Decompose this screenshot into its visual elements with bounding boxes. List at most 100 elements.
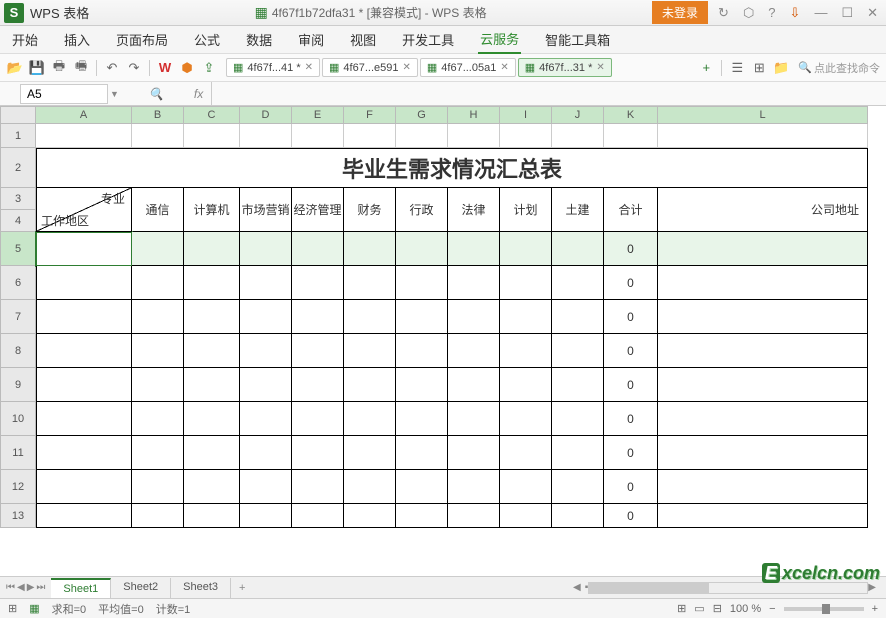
cell[interactable]: [184, 300, 240, 334]
view-page-icon[interactable]: ▭: [694, 602, 704, 615]
header-cell-2[interactable]: 市场营销: [240, 188, 292, 232]
cell[interactable]: [500, 436, 552, 470]
total-cell-5[interactable]: 0: [604, 402, 658, 436]
header-cell-5[interactable]: 行政: [396, 188, 448, 232]
sheet-tab-Sheet1[interactable]: Sheet1: [51, 578, 111, 598]
cell[interactable]: [344, 334, 396, 368]
cell[interactable]: [292, 402, 344, 436]
cell[interactable]: [448, 334, 500, 368]
row-header-7[interactable]: 7: [0, 300, 36, 334]
cell[interactable]: [132, 470, 184, 504]
add-sheet-button[interactable]: +: [231, 579, 253, 597]
cell[interactable]: [292, 300, 344, 334]
cell[interactable]: [132, 124, 184, 148]
header-cell-1[interactable]: 计算机: [184, 188, 240, 232]
login-button[interactable]: 未登录: [652, 1, 708, 24]
name-box[interactable]: A5: [20, 84, 108, 104]
wps-icon[interactable]: W: [156, 59, 174, 77]
cell[interactable]: [292, 334, 344, 368]
cell[interactable]: [292, 504, 344, 528]
cell[interactable]: [500, 300, 552, 334]
cell[interactable]: [658, 470, 868, 504]
next-sheet-icon[interactable]: ▶: [27, 582, 35, 593]
cell[interactable]: [240, 368, 292, 402]
cell[interactable]: [552, 266, 604, 300]
close-icon[interactable]: ✕: [863, 3, 882, 23]
cell[interactable]: [396, 470, 448, 504]
cell[interactable]: [36, 266, 132, 300]
cell[interactable]: [552, 368, 604, 402]
tool-icon-1[interactable]: 💾: [28, 59, 46, 77]
cell[interactable]: [240, 300, 292, 334]
share-icon[interactable]: ⇪: [200, 59, 218, 77]
cell[interactable]: [448, 504, 500, 528]
cell[interactable]: [658, 334, 868, 368]
cell[interactable]: [240, 124, 292, 148]
doc-tab-1[interactable]: ▦4f67...e591✕: [322, 58, 418, 77]
menu-3[interactable]: 公式: [192, 26, 222, 53]
total-cell-8[interactable]: 0: [604, 504, 658, 528]
tool-icon-3[interactable]: 🖷: [72, 59, 90, 77]
row-header-13[interactable]: 13: [0, 504, 36, 528]
formula-input[interactable]: [211, 82, 886, 105]
tool-icon-2[interactable]: 🖶: [50, 59, 68, 77]
cell[interactable]: [500, 334, 552, 368]
cell[interactable]: [552, 402, 604, 436]
cell[interactable]: [500, 266, 552, 300]
cell[interactable]: [658, 232, 868, 266]
doc-tab-0[interactable]: ▦4f67f...41 *✕: [226, 58, 320, 77]
fx-icon[interactable]: fx: [194, 87, 203, 101]
tool-icon-0[interactable]: 📂: [6, 59, 24, 77]
cell[interactable]: [344, 124, 396, 148]
cell[interactable]: [344, 300, 396, 334]
diagonal-header-cell[interactable]: 专业工作地区: [36, 188, 132, 232]
cell[interactable]: [240, 402, 292, 436]
menu-1[interactable]: 插入: [62, 26, 92, 53]
cell[interactable]: [344, 504, 396, 528]
cell[interactable]: [36, 300, 132, 334]
cell[interactable]: [36, 470, 132, 504]
header-cell-0[interactable]: 通信: [132, 188, 184, 232]
cell[interactable]: [658, 368, 868, 402]
close-tab-icon[interactable]: ✕: [596, 62, 604, 73]
cell[interactable]: [184, 504, 240, 528]
col-header-A[interactable]: A: [36, 106, 132, 124]
row-header-3[interactable]: 3: [0, 188, 36, 210]
cell[interactable]: [396, 402, 448, 436]
close-tab-icon[interactable]: ✕: [402, 62, 410, 73]
cell[interactable]: [500, 470, 552, 504]
cell[interactable]: [292, 470, 344, 504]
select-all-corner[interactable]: [0, 106, 36, 124]
cell[interactable]: [344, 402, 396, 436]
cell[interactable]: [552, 124, 604, 148]
row-header-5[interactable]: 5: [0, 232, 36, 266]
col-header-K[interactable]: K: [604, 106, 658, 124]
cell[interactable]: [448, 124, 500, 148]
sheet-tab-Sheet2[interactable]: Sheet2: [111, 578, 171, 598]
total-cell-1[interactable]: 0: [604, 266, 658, 300]
cell[interactable]: [396, 504, 448, 528]
total-cell-0[interactable]: 0: [604, 232, 658, 266]
total-cell-4[interactable]: 0: [604, 368, 658, 402]
cell[interactable]: [36, 402, 132, 436]
cell[interactable]: [292, 436, 344, 470]
cell[interactable]: [396, 232, 448, 266]
cell[interactable]: [132, 368, 184, 402]
cell[interactable]: [552, 470, 604, 504]
search-fx-icon[interactable]: 🔍: [149, 87, 164, 101]
cell[interactable]: [396, 300, 448, 334]
cell[interactable]: [552, 504, 604, 528]
cell[interactable]: [240, 334, 292, 368]
zoom-out-icon[interactable]: −: [769, 603, 775, 615]
cell[interactable]: [292, 124, 344, 148]
menu-2[interactable]: 页面布局: [114, 26, 170, 53]
cell[interactable]: [500, 504, 552, 528]
col-header-G[interactable]: G: [396, 106, 448, 124]
sheet-title-cell[interactable]: 毕业生需求情况汇总表: [36, 148, 868, 188]
cell[interactable]: [448, 470, 500, 504]
menu-6[interactable]: 视图: [348, 26, 378, 53]
cell[interactable]: [344, 266, 396, 300]
cell[interactable]: [552, 232, 604, 266]
zoom-in-icon[interactable]: +: [872, 603, 878, 615]
menu-0[interactable]: 开始: [10, 26, 40, 53]
